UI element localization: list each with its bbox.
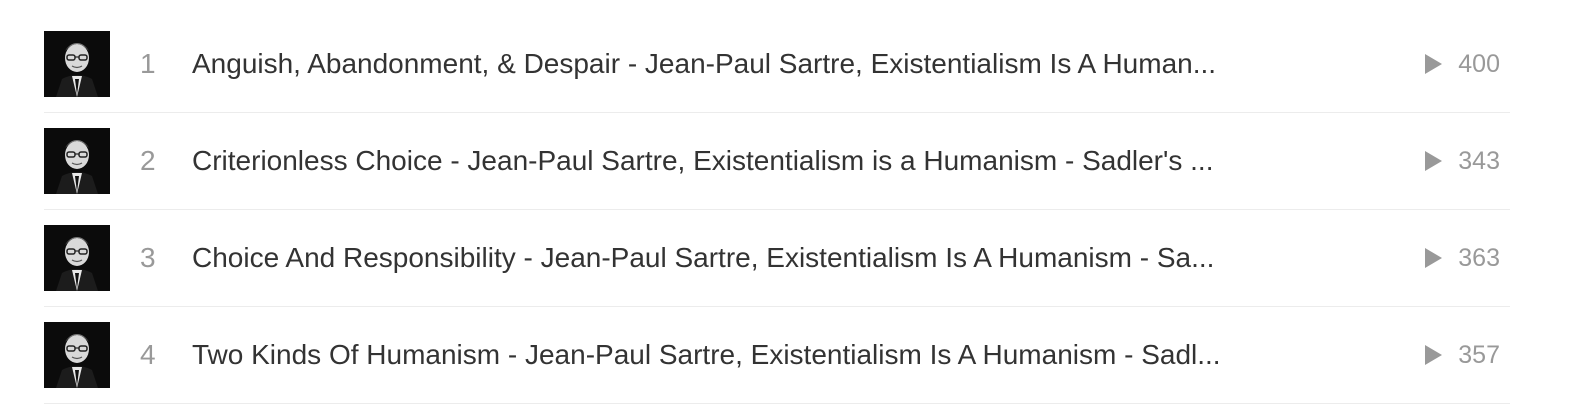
track-row-2[interactable]: 2 Criterionless Choice - Jean-Paul Sartr… xyxy=(44,113,1510,210)
play-count: 357 xyxy=(1425,341,1500,370)
play-count-icon xyxy=(1425,345,1443,365)
track-list: 1 Anguish, Abandonment, & Despair - Jean… xyxy=(44,16,1510,404)
portrait-thumbnail-icon xyxy=(44,322,110,388)
track-number: 2 xyxy=(140,145,156,176)
track-title-link[interactable]: Criterionless Choice - Jean-Paul Sartre,… xyxy=(192,145,1322,177)
track-title-link[interactable]: Two Kinds Of Humanism - Jean-Paul Sartre… xyxy=(192,339,1322,371)
portrait-thumbnail-icon xyxy=(44,31,110,97)
portrait-thumbnail-icon xyxy=(44,128,110,194)
track-row-4[interactable]: 4 Two Kinds Of Humanism - Jean-Paul Sart… xyxy=(44,307,1510,404)
play-count: 343 xyxy=(1425,147,1500,176)
track-number: 3 xyxy=(140,242,156,273)
play-count-icon xyxy=(1425,248,1443,268)
track-row-1[interactable]: 1 Anguish, Abandonment, & Despair - Jean… xyxy=(44,16,1510,113)
track-artwork[interactable] xyxy=(44,225,110,291)
play-count: 363 xyxy=(1425,244,1500,273)
track-number: 1 xyxy=(140,48,156,79)
play-count-icon xyxy=(1425,54,1443,74)
play-count-value: 363 xyxy=(1458,243,1500,272)
track-number: 4 xyxy=(140,339,156,370)
portrait-thumbnail-icon xyxy=(44,225,110,291)
play-count: 400 xyxy=(1425,50,1500,79)
play-count-icon xyxy=(1425,151,1443,171)
play-count-value: 357 xyxy=(1458,340,1500,369)
track-artwork[interactable] xyxy=(44,128,110,194)
track-artwork[interactable] xyxy=(44,31,110,97)
play-count-value: 343 xyxy=(1458,146,1500,175)
track-row-3[interactable]: 3 Choice And Responsibility - Jean-Paul … xyxy=(44,210,1510,307)
track-title-link[interactable]: Choice And Responsibility - Jean-Paul Sa… xyxy=(192,242,1322,274)
play-count-value: 400 xyxy=(1458,49,1500,78)
track-artwork[interactable] xyxy=(44,322,110,388)
track-title-link[interactable]: Anguish, Abandonment, & Despair - Jean-P… xyxy=(192,48,1322,80)
